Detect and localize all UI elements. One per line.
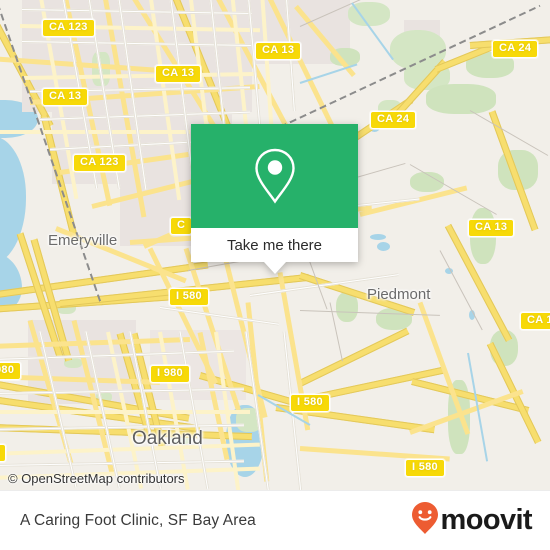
road-shield-i980: I 980 <box>150 365 190 383</box>
road-secondary <box>0 130 190 134</box>
map-page: Emeryville Piedmont Oakland CA 123 CA 13… <box>0 0 550 550</box>
place-name-label: A Caring Foot Clinic, SF Bay Area <box>20 511 256 529</box>
road-primary <box>417 301 471 435</box>
road-minor <box>0 459 244 467</box>
location-callout-card[interactable]: Take me there <box>191 124 358 274</box>
water-pond <box>370 234 386 240</box>
park-area <box>426 84 496 114</box>
road-shield-ca123: CA 123 <box>73 154 126 172</box>
place-label-emeryville: Emeryville <box>48 232 118 249</box>
road-shield-ca13: CA 13 <box>520 312 550 330</box>
road-shield-i580: I 580 <box>290 394 330 412</box>
place-label-piedmont: Piedmont <box>367 286 431 303</box>
moovit-wordmark: moovit <box>440 504 533 536</box>
location-pin-icon <box>253 147 297 205</box>
road-shield-ca13: CA 13 <box>155 65 202 83</box>
callout-pointer <box>263 262 286 274</box>
road-shield-ca13: CA 13 <box>468 219 515 237</box>
road-shield-ca24: CA 24 <box>492 40 539 58</box>
road-shield-ca13: CA 13 <box>42 88 89 106</box>
road-shield-ca123: CA 123 <box>42 19 95 37</box>
map-canvas[interactable]: Emeryville Piedmont Oakland CA 123 CA 13… <box>0 0 550 490</box>
moovit-smiley-pin-icon <box>410 501 440 540</box>
road-minor <box>159 306 280 326</box>
boundary-line <box>299 310 440 316</box>
bottom-info-bar: A Caring Foot Clinic, SF Bay Area moovit <box>0 490 550 550</box>
take-me-there-button[interactable]: Take me there <box>191 228 358 262</box>
take-me-there-label: Take me there <box>226 236 323 254</box>
osm-attribution: © OpenStreetMap contributors <box>8 471 185 486</box>
road-shield-clipped: 0 <box>0 444 7 462</box>
water-pond <box>377 242 390 251</box>
road-shield-ca24: CA 24 <box>370 111 417 129</box>
road-shield-occluded: C <box>170 217 193 235</box>
road-shield-i580: I 580 <box>169 288 209 306</box>
road-shield-ca13: CA 13 <box>255 42 302 60</box>
road-shield-i580: I 580 <box>405 459 445 477</box>
road-shield-i980-clipped: 980 <box>0 362 22 380</box>
place-label-oakland: Oakland <box>132 428 203 449</box>
moovit-logo: moovit <box>410 501 533 540</box>
callout-icon-area <box>191 124 358 228</box>
